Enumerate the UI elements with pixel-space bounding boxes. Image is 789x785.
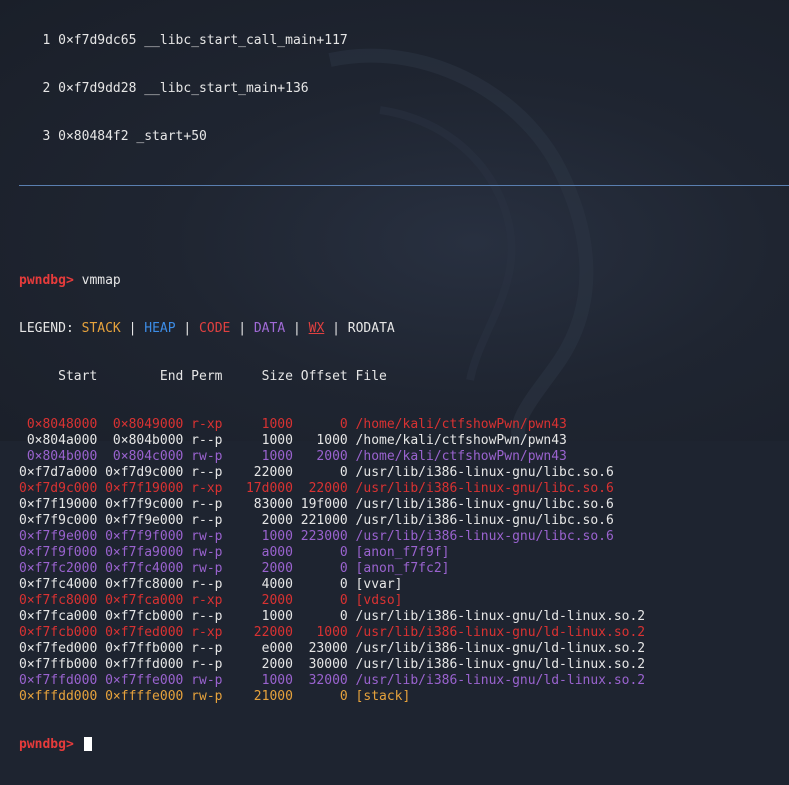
vmmap-row: 0×fffdd000 0×ffffe000 rw-p 21000 0 [stac…: [19, 689, 411, 704]
text-cursor: [83, 737, 92, 751]
frame-index: 3: [42, 129, 51, 144]
vmmap-row: 0×f7fc2000 0×f7fc4000 rw-p 2000 0 [anon_…: [19, 561, 450, 576]
vmmap-row: 0×f7d9c000 0×f7f19000 r-xp 17d000 22000 …: [19, 481, 614, 496]
legend-sep: |: [332, 321, 340, 336]
frame-text: 0×80484f2 _start+50: [58, 129, 207, 144]
backtrace-frame: 3 0×80484f2 _start+50: [19, 129, 645, 145]
legend-stack: STACK: [81, 321, 121, 336]
vmmap-row: 0×804b000 0×804c000 rw-p 1000 2000 /home…: [19, 449, 567, 464]
legend-wx: WX: [308, 321, 325, 336]
legend-label: LEGEND:: [19, 321, 74, 336]
legend-rodata: RODATA: [347, 321, 395, 336]
legend-heap: HEAP: [144, 321, 176, 336]
vmmap-header: Start End Perm Size Offset File: [19, 369, 387, 384]
vmmap-row: 0×f7fcb000 0×f7fed000 r-xp 22000 1000 /u…: [19, 625, 646, 640]
vmmap-row: 0×f7f9f000 0×f7fa9000 rw-p a000 0 [anon_…: [19, 545, 450, 560]
vmmap-row: 0×f7fc8000 0×f7fca000 r-xp 2000 0 [vdso]: [19, 593, 403, 608]
command-text: vmmap: [81, 273, 121, 288]
vmmap-row: 0×804a000 0×804b000 r--p 1000 1000 /home…: [19, 433, 567, 448]
vmmap-row: 0×f7f9e000 0×f7f9f000 rw-p 1000 223000 /…: [19, 529, 614, 544]
terminal-window[interactable]: 1 0×f7d9dc65 __libc_start_call_main+117 …: [0, 0, 789, 752]
prompt: pwndbg>: [19, 273, 74, 288]
vmmap-row: 0×f7d7a000 0×f7d9c000 r--p 22000 0 /usr/…: [19, 465, 614, 480]
vmmap-row: 0×f7fca000 0×f7fcb000 r--p 1000 0 /usr/l…: [19, 609, 646, 624]
legend-sep: |: [292, 321, 301, 336]
frame-index: 2: [42, 81, 51, 96]
vmmap-row: 0×f7fc4000 0×f7fc8000 r--p 4000 0 [vvar]: [19, 577, 403, 592]
legend-sep: |: [238, 321, 247, 336]
current-prompt-line[interactable]: pwndbg>: [19, 737, 645, 753]
legend-line: LEGEND: STACK | HEAP | CODE | DATA | WX …: [19, 321, 645, 337]
vmmap-row: 0×f7ffd000 0×f7ffe000 rw-p 1000 32000 /u…: [19, 673, 646, 688]
backtrace-frame: 2 0×f7d9dd28 __libc_start_main+136: [19, 81, 645, 97]
frame-index: 1: [42, 33, 51, 48]
frame-text: 0×f7d9dd28 __libc_start_main+136: [58, 81, 309, 96]
vmmap-row: 0×f7f9c000 0×f7f9e000 r--p 2000 221000 /…: [19, 513, 614, 528]
vmmap-row: 0×f7f19000 0×f7f9c000 r--p 83000 19f000 …: [19, 497, 614, 512]
frame-text: 0×f7d9dc65 __libc_start_call_main+117: [58, 33, 348, 48]
section-divider: [19, 177, 789, 193]
vmmap-table: 0×8048000 0×8049000 r-xp 1000 0 /home/ka…: [19, 417, 645, 705]
legend-sep: |: [128, 321, 137, 336]
legend-data: DATA: [253, 321, 286, 336]
terminal-output: 1 0×f7d9dc65 __libc_start_call_main+117 …: [19, 1, 789, 785]
legend-sep: |: [183, 321, 192, 336]
backtrace-frame: 1 0×f7d9dc65 __libc_start_call_main+117: [19, 33, 645, 49]
legend-code: CODE: [199, 321, 231, 336]
prompt: pwndbg>: [19, 737, 74, 752]
vmmap-row: 0×f7fed000 0×f7ffb000 r--p e000 23000 /u…: [19, 641, 646, 656]
command-line: pwndbg> vmmap: [19, 273, 645, 289]
vmmap-row: 0×8048000 0×8049000 r-xp 1000 0 /home/ka…: [19, 417, 567, 432]
vmmap-row: 0×f7ffb000 0×f7ffd000 r--p 2000 30000 /u…: [19, 657, 646, 672]
